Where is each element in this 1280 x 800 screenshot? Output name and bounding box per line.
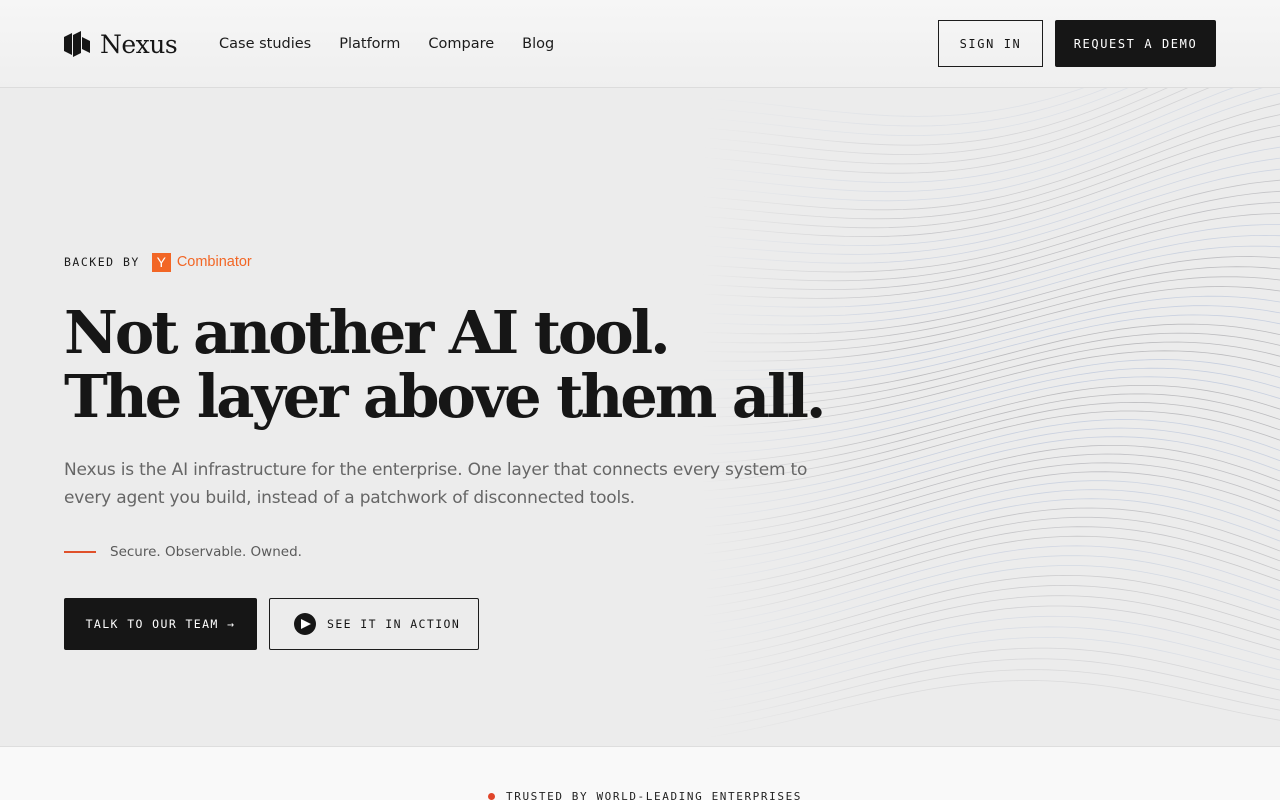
- trusted-dot-icon: [488, 792, 495, 800]
- main-nav: Case studies Platform Compare Blog: [219, 34, 582, 54]
- nav-blog[interactable]: Blog: [522, 34, 554, 54]
- trusted-by-section: TRUSTED BY WORLD-LEADING ENTERPRISES: [0, 746, 1280, 800]
- hero-description: Nexus is the AI infrastructure for the e…: [64, 460, 808, 508]
- request-demo-button[interactable]: REQUEST A DEMO: [1055, 20, 1216, 67]
- headline-line-1: Not another AI tool.: [64, 298, 671, 367]
- hero-tagline: Secure. Observable. Owned.: [64, 542, 302, 562]
- backed-by-label: BACKED BY: [64, 255, 140, 269]
- y-combinator-logo: Y: [151, 252, 171, 272]
- brand-logo-link[interactable]: Nexus: [64, 28, 178, 60]
- headline-line-2: The layer above them all.: [64, 362, 826, 431]
- nav-case-studies[interactable]: Case studies: [219, 34, 311, 54]
- backed-by: BACKED BY Y Combinator: [64, 252, 252, 272]
- site-header: Nexus Case studies Platform Compare Blog…: [0, 0, 1280, 88]
- hero-section: BACKED BY Y Combinator Not another AI to…: [0, 88, 1280, 746]
- sign-in-button[interactable]: SIGN IN: [938, 20, 1043, 67]
- brand-name: Nexus: [100, 29, 178, 59]
- trusted-by-label: TRUSTED BY WORLD-LEADING ENTERPRISES: [506, 789, 803, 800]
- nav-platform[interactable]: Platform: [339, 34, 400, 54]
- nexus-logo-icon: [64, 31, 90, 57]
- nav-compare[interactable]: Compare: [428, 34, 494, 54]
- play-icon: [294, 613, 316, 635]
- y-combinator-name: Combinator: [176, 254, 252, 270]
- talk-to-team-button[interactable]: TALK TO OUR TEAM →: [64, 598, 257, 650]
- hero-headline: Not another AI tool. The layer above the…: [64, 298, 826, 431]
- tagline-accent-rule: [64, 551, 96, 553]
- see-it-in-action-label: SEE IT IN ACTION: [327, 617, 461, 631]
- tagline-text: Secure. Observable. Owned.: [110, 544, 302, 560]
- trusted-by-row: TRUSTED BY WORLD-LEADING ENTERPRISES: [488, 789, 802, 800]
- see-it-in-action-button[interactable]: SEE IT IN ACTION: [269, 598, 479, 650]
